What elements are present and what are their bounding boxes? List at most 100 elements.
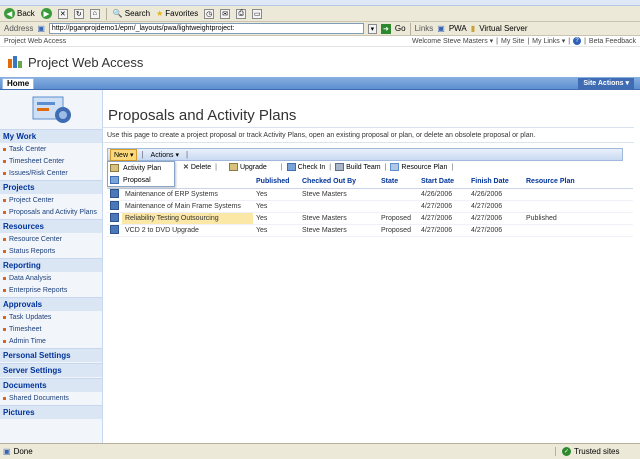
nav-section-heading[interactable]: Documents [0, 378, 102, 392]
favorites-label: Favorites [165, 9, 199, 18]
menu-item-proposal[interactable]: Proposal [108, 174, 174, 186]
actions-menu-button[interactable]: Actions ▾ [148, 150, 182, 160]
site-brand: Project Web Access [0, 47, 640, 77]
cell-start: 4/27/2006 [418, 212, 468, 225]
col-resource-plan[interactable]: Resource Plan [523, 176, 633, 189]
nav-item[interactable]: Task Center [0, 143, 102, 155]
proposals-grid: Name Published Checked Out By State Star… [107, 176, 633, 237]
back-label: Back [17, 9, 35, 18]
table-row[interactable]: VCD 2 to DVD Upgrade Yes Steve Masters Prop… [107, 224, 633, 237]
nav-item[interactable]: Proposals and Activity Plans [0, 206, 102, 218]
cell-finish: 4/26/2006 [468, 188, 523, 201]
nav-section-heading[interactable]: Projects [0, 180, 102, 194]
home-tab[interactable]: Home [2, 77, 35, 89]
my-links-menu[interactable]: My Links ▾ [532, 37, 565, 45]
project-logo-icon [8, 56, 22, 68]
project-row-icon [110, 188, 119, 198]
table-row[interactable]: Maintenance of ERP Systems Yes Steve Maste… [107, 188, 633, 201]
url-input[interactable]: http://pganprojdemo1/epm/_layouts/pwa/li… [48, 23, 364, 34]
table-row[interactable]: Maintenance of Main Frame Systems Yes 4/27… [107, 200, 633, 213]
check-in-button[interactable]: Check In [285, 163, 328, 171]
virtual-server-icon: ▮ [470, 24, 476, 33]
nav-section-heading[interactable]: My Work [0, 129, 102, 143]
new-menu-button[interactable]: New ▾ [110, 148, 138, 161]
back-arrow-icon: ◀ [4, 8, 15, 19]
upgrade-button[interactable]: Upgrade [227, 163, 269, 171]
refresh-icon[interactable]: ↻ [73, 8, 84, 19]
address-dropdown-icon[interactable]: ▾ [367, 23, 377, 34]
mail-icon[interactable]: ✉ [220, 8, 231, 19]
delete-button[interactable]: ✕ Delete [181, 163, 213, 172]
action-menu-bar: New ▾ | Actions ▾ | [107, 148, 623, 161]
nav-section-heading[interactable]: Approvals [0, 297, 102, 311]
nav-item[interactable]: Enterprise Reports [0, 284, 102, 296]
nav-item[interactable]: Data Analysis [0, 272, 102, 284]
cell-name[interactable]: Maintenance of Main Frame Systems [122, 200, 253, 213]
cell-checked-out-by: Steve Masters [299, 224, 378, 237]
print-icon[interactable]: ⎙ [236, 8, 247, 19]
address-bar: Address ▣ http://pganprojdemo1/epm/_layo… [0, 22, 640, 36]
col-start-date[interactable]: Start Date [418, 176, 468, 189]
project-row-icon [110, 200, 119, 210]
nav-section-heading[interactable]: Personal Settings [0, 348, 102, 362]
go-arrow-icon[interactable]: ➜ [380, 23, 391, 34]
nav-section-heading[interactable]: Pictures [0, 405, 102, 419]
cell-name[interactable]: VCD 2 to DVD Upgrade [122, 224, 253, 237]
links-label[interactable]: Links [415, 24, 434, 33]
nav-item[interactable]: Admin Time [0, 335, 102, 347]
top-nav-bar: Home Site Actions ▾ [0, 77, 640, 90]
address-label: Address [4, 24, 34, 33]
search-button[interactable]: 🔍 Search [113, 9, 150, 18]
build-team-button[interactable]: Build Team [333, 163, 383, 171]
my-site-link[interactable]: My Site [501, 38, 524, 45]
col-published[interactable]: Published [253, 176, 299, 189]
site-actions-button[interactable]: Site Actions ▾ [578, 77, 634, 89]
beta-feedback-link[interactable]: Beta Feedback [589, 38, 636, 45]
site-title: Project Web Access [28, 54, 144, 70]
resource-plan-button[interactable]: Resource Plan [388, 163, 449, 171]
forward-button[interactable]: ▶ [40, 8, 52, 19]
cell-name[interactable]: Maintenance of ERP Systems [122, 188, 253, 201]
col-checked-out-by[interactable]: Checked Out By [299, 176, 378, 189]
favorites-button[interactable]: ★ Favorites [156, 9, 198, 18]
home-icon[interactable]: ⌂ [89, 8, 100, 19]
nav-item[interactable]: Resource Center [0, 233, 102, 245]
nav-item[interactable]: Task Updates [0, 311, 102, 323]
cell-finish: 4/27/2006 [468, 200, 523, 213]
nav-item[interactable]: Shared Documents [0, 392, 102, 404]
back-button[interactable]: ◀ Back [4, 8, 35, 19]
pwa-link[interactable]: PWA [449, 24, 467, 33]
site-header-strip: Project Web Access Welcome Steve Masters… [0, 36, 640, 47]
go-label[interactable]: Go [395, 24, 406, 33]
upgrade-icon [228, 163, 238, 171]
nav-item[interactable]: Project Center [0, 194, 102, 206]
resource-plan-label: Resource Plan [401, 163, 448, 171]
nav-item[interactable]: Timesheet Center [0, 155, 102, 167]
nav-section-heading[interactable]: Reporting [0, 258, 102, 272]
table-row[interactable]: Reliability Testing Outsourcing Yes Steve … [107, 212, 633, 225]
folder-icon[interactable]: ▭ [252, 8, 263, 19]
new-dropdown-menu: Activity Plan Proposal [107, 161, 175, 187]
nav-item[interactable]: Timesheet [0, 323, 102, 335]
page-title: Proposals and Activity Plans [108, 107, 297, 124]
cell-state [378, 188, 418, 201]
menu-item-activity-plan[interactable]: Activity Plan [108, 162, 174, 174]
cell-resource-plan [523, 200, 633, 213]
activity-plan-label: Activity Plan [123, 164, 162, 172]
grid-body: Maintenance of ERP Systems Yes Steve Maste… [107, 188, 633, 237]
cell-name[interactable]: Reliability Testing Outsourcing [122, 212, 253, 225]
welcome-menu[interactable]: Welcome Steve Masters ▾ [412, 37, 493, 45]
status-left: ▣ Done [3, 447, 33, 456]
stop-icon[interactable]: ✕ [57, 8, 68, 19]
check-in-icon [286, 163, 296, 171]
nav-section-heading[interactable]: Resources [0, 219, 102, 233]
col-state[interactable]: State [378, 176, 418, 189]
history-icon[interactable]: ◷ [204, 8, 215, 19]
nav-section-heading[interactable]: Server Settings [0, 363, 102, 377]
star-icon: ★ [156, 9, 164, 18]
nav-item[interactable]: Issues/Risk Center [0, 167, 102, 179]
virtual-server-link[interactable]: Virtual Server [479, 24, 527, 33]
nav-item[interactable]: Status Reports [0, 245, 102, 257]
help-icon[interactable]: ? [573, 37, 582, 45]
col-finish-date[interactable]: Finish Date [468, 176, 523, 189]
